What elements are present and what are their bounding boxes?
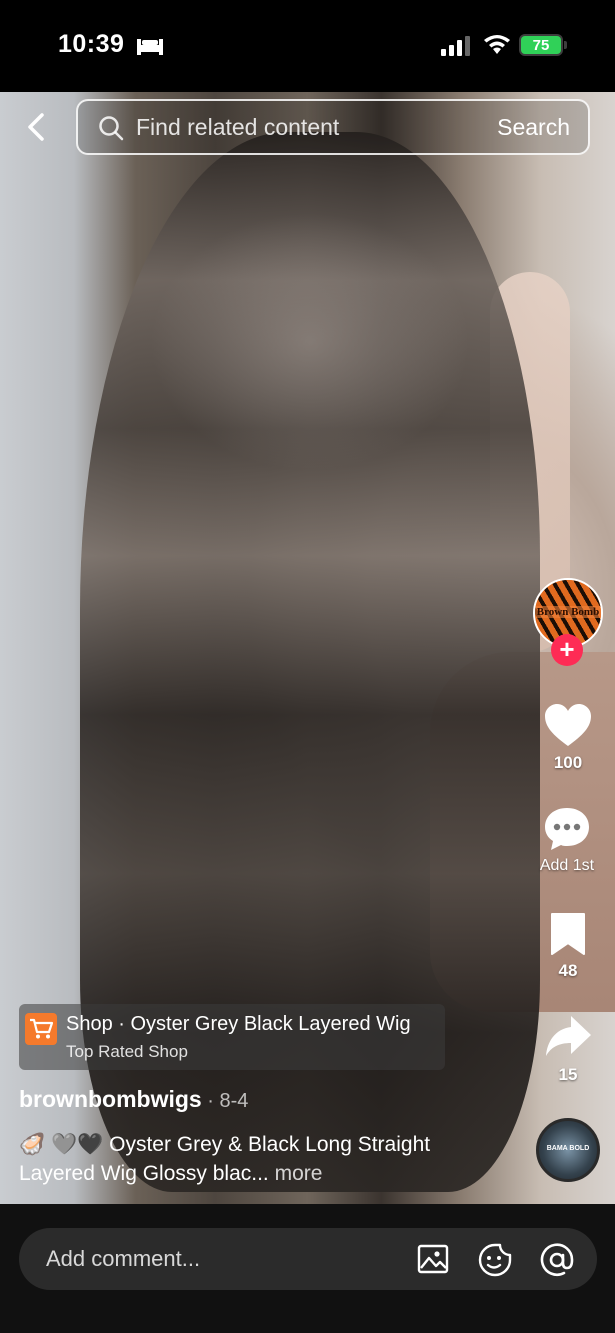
shop-badge: Top Rated Shop [66, 1042, 188, 1061]
cellular-signal-icon [441, 36, 470, 56]
bookmark-icon [551, 913, 585, 955]
username-text[interactable]: brownbombwigs [19, 1086, 202, 1112]
like-button[interactable]: 100 [533, 702, 603, 773]
wifi-icon [484, 35, 510, 54]
status-time: 10:39 [58, 30, 125, 58]
save-count: 48 [558, 961, 578, 980]
caption-more-link[interactable]: more [269, 1162, 323, 1185]
comment-button[interactable]: Add 1st [532, 806, 602, 875]
follow-button[interactable]: + [551, 634, 583, 666]
chevron-left-icon[interactable] [22, 112, 50, 142]
heart-icon [545, 704, 591, 746]
screen: 10:39 75 Find related content Search Bro… [0, 0, 615, 1333]
battery-level: 75 [532, 36, 550, 54]
emoji-icon[interactable] [478, 1243, 512, 1277]
post-date: · 8-4 [201, 1090, 249, 1112]
shop-product-title[interactable]: Shop · Oyster Grey Black Layered Wig [66, 1013, 411, 1036]
like-count: 100 [553, 753, 583, 772]
search-bar[interactable]: Find related content Search [76, 99, 590, 155]
music-disc[interactable]: BAMA BOLD [536, 1118, 600, 1182]
mention-icon[interactable] [540, 1243, 574, 1277]
hair-shine [150, 212, 470, 472]
post-caption[interactable]: 🦪 🩶🖤 Oyster Grey & Black Long Straight L… [19, 1130, 489, 1188]
creator-username[interactable]: brownbombwigs · 8-4 [19, 1086, 248, 1113]
save-button[interactable]: 48 [533, 912, 603, 981]
status-bar: 10:39 75 [0, 0, 615, 92]
bed-icon [137, 39, 163, 55]
avatar-logo-text: Brown Bomb [535, 606, 601, 618]
image-icon[interactable] [417, 1243, 449, 1275]
bottom-bar: Add comment... [0, 1204, 615, 1333]
search-input[interactable]: Find related content [136, 114, 339, 141]
comment-input[interactable]: Add comment... [19, 1228, 597, 1290]
shopping-cart-icon [25, 1013, 57, 1045]
share-arrow-icon [546, 1016, 591, 1056]
music-disc-label: BAMA BOLD [546, 1145, 590, 1152]
share-count: 15 [558, 1065, 578, 1084]
share-button[interactable]: 15 [533, 1014, 603, 1085]
battery-tip [564, 41, 567, 49]
comment-count: Add 1st [539, 857, 595, 874]
comment-icon [545, 808, 589, 850]
search-icon [99, 116, 124, 141]
caption-text: 🦪 🩶🖤 Oyster Grey & Black Long Straight L… [19, 1133, 431, 1185]
search-button[interactable]: Search [497, 114, 570, 141]
battery-charging-icon: 75 [519, 34, 563, 56]
shop-product-chip[interactable]: Shop · Oyster Grey Black Layered Wig Top… [19, 1004, 445, 1070]
comment-placeholder[interactable]: Add comment... [46, 1246, 200, 1272]
